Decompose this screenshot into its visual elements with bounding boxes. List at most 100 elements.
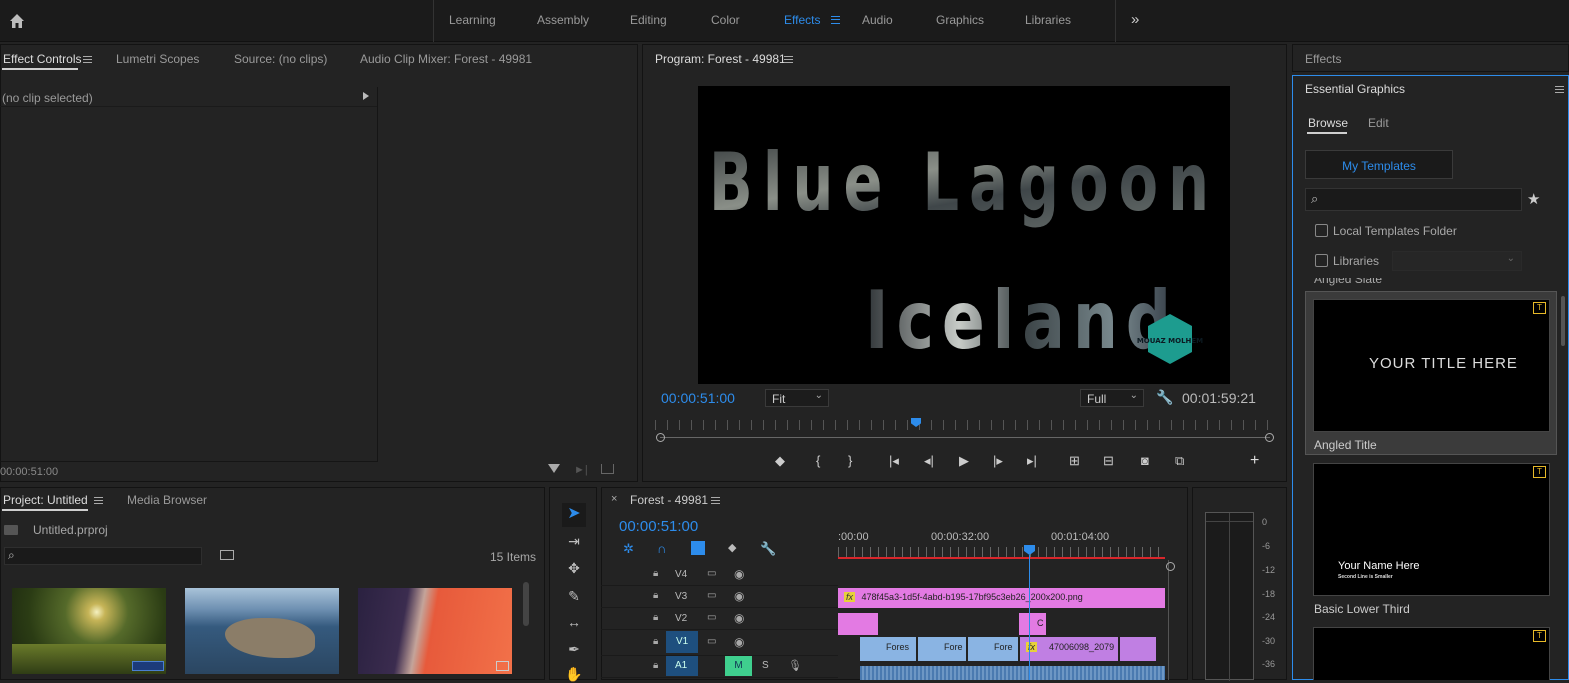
lock-icon[interactable]: 🔒︎ (653, 590, 658, 601)
workspace-editing[interactable]: Editing (630, 13, 667, 27)
add-button-icon[interactable]: + (1250, 452, 1259, 470)
close-icon[interactable]: × (611, 493, 617, 505)
v3-clip[interactable]: fx 478f45a3-1d5f-4abd-b195-17bf95c3eb26_… (838, 588, 1165, 608)
zoom-fit-dropdown[interactable]: Fit ⌄ (765, 389, 829, 407)
add-marker-icon[interactable]: ◆ (775, 453, 785, 469)
extract-icon[interactable]: ⊟ (1103, 453, 1114, 469)
lock-icon[interactable]: 🔒︎ (653, 612, 658, 623)
track-select-tool-icon[interactable]: ⇥ (562, 533, 586, 550)
a1-audio-clip[interactable] (860, 666, 1165, 680)
workspace-learning[interactable]: Learning (449, 13, 496, 27)
lock-icon[interactable]: 🔒︎ (653, 636, 658, 647)
timeline-ruler[interactable] (838, 547, 1165, 557)
camera-icon[interactable]: ◙ (1141, 453, 1149, 468)
eye-icon[interactable]: ◉ (734, 589, 744, 603)
filter-icon[interactable] (548, 464, 560, 473)
microphone-icon[interactable]: 🎙︎ (788, 659, 802, 672)
play-icon[interactable]: ▶ (959, 453, 969, 469)
workspace-effects[interactable]: Effects (784, 13, 820, 27)
essential-scrollbar[interactable] (1561, 296, 1565, 346)
thumb-forest[interactable] (12, 588, 166, 674)
template-thumb-basic-lower-third[interactable]: T Your Name Here Second Line is Smaller (1313, 463, 1550, 596)
program-menu-icon[interactable] (784, 56, 793, 63)
program-ruler[interactable] (655, 420, 1275, 430)
sequence-tab[interactable]: Forest - 49981 (630, 493, 708, 507)
star-icon[interactable]: ★ (1527, 190, 1540, 208)
tab-audio-clip-mixer[interactable]: Audio Clip Mixer: Forest - 49981 (360, 52, 532, 66)
film-icon[interactable]: ▭ (707, 590, 716, 601)
v1-clip-5[interactable] (1120, 637, 1156, 661)
panel-menu-icon[interactable] (83, 56, 92, 63)
mark-out-icon[interactable]: } (848, 453, 852, 468)
tab-project[interactable]: Project: Untitled (3, 493, 88, 507)
film-icon[interactable]: ▭ (707, 636, 716, 647)
tab-media-browser[interactable]: Media Browser (127, 493, 207, 507)
workspace-audio[interactable]: Audio (862, 13, 893, 27)
my-templates-button[interactable]: My Templates (1305, 150, 1453, 179)
timeline-marker-icon[interactable]: ◆ (728, 541, 736, 554)
workspace-menu-icon[interactable] (831, 16, 840, 24)
film-icon[interactable]: ▭ (707, 568, 716, 579)
go-to-in-icon[interactable]: |◂ (889, 453, 899, 469)
pen-tool-icon[interactable]: ✒ (562, 641, 586, 658)
track-label-v1[interactable]: V1 (666, 631, 698, 653)
mute-button[interactable]: M (725, 656, 752, 676)
new-bin-icon[interactable] (220, 550, 234, 560)
libraries-dropdown[interactable]: ⌄ (1392, 251, 1522, 271)
tab-lumetri-scopes[interactable]: Lumetri Scopes (116, 52, 199, 66)
hand-tool-icon[interactable]: ✋ (562, 666, 586, 683)
timeline-timecode[interactable]: 00:00:51:00 (619, 518, 698, 535)
work-area-bar[interactable] (838, 557, 1165, 559)
resolution-dropdown[interactable]: Full ⌄ (1080, 389, 1144, 407)
essential-menu-icon[interactable] (1555, 86, 1564, 93)
lift-icon[interactable]: ⊞ (1069, 453, 1080, 469)
zoom-scrollbar[interactable] (660, 437, 1270, 438)
tab-browse[interactable]: Browse (1308, 116, 1348, 130)
timeline-settings-icon[interactable]: 🔧 (760, 541, 776, 557)
solo-button[interactable]: S (762, 660, 769, 671)
home-icon[interactable] (8, 12, 26, 30)
go-to-out-icon[interactable]: ▸| (1027, 453, 1037, 469)
thumb-coastline[interactable] (185, 588, 339, 674)
workspace-assembly[interactable]: Assembly (537, 13, 589, 27)
ripple-edit-tool-icon[interactable]: ✥ (562, 560, 586, 577)
eye-icon[interactable]: ◉ (734, 635, 744, 649)
selection-tool-icon[interactable]: ➤ (562, 503, 586, 527)
tab-source[interactable]: Source: (no clips) (234, 52, 327, 66)
v2-clip-1[interactable] (838, 613, 878, 635)
step-back-icon[interactable]: ◂| (924, 453, 934, 469)
templates-search-input[interactable] (1305, 188, 1522, 211)
libraries-checkbox[interactable] (1315, 254, 1328, 267)
project-search-input[interactable] (4, 547, 202, 565)
eye-icon[interactable]: ◉ (734, 567, 744, 581)
project-menu-icon[interactable] (94, 497, 103, 504)
lock-icon[interactable]: 🔒︎ (653, 660, 658, 671)
effects-panel-title[interactable]: Effects (1305, 52, 1341, 66)
track-label-a1[interactable]: A1 (666, 656, 698, 676)
mark-in-icon[interactable]: { (816, 453, 820, 468)
magnet-icon[interactable]: ∩ (657, 541, 666, 556)
tab-effect-controls[interactable]: Effect Controls (3, 52, 81, 66)
film-icon[interactable]: ▭ (707, 612, 716, 623)
lock-icon[interactable]: 🔒︎ (653, 568, 658, 579)
tab-edit[interactable]: Edit (1368, 116, 1389, 130)
play-arrow-icon[interactable] (363, 92, 369, 100)
program-timecode[interactable]: 00:00:51:00 (661, 390, 735, 406)
timeline-scroll-handle[interactable] (1166, 562, 1175, 571)
workspace-libraries[interactable]: Libraries (1025, 13, 1071, 27)
slip-tool-icon[interactable]: ↔ (562, 614, 586, 630)
more-workspaces-icon[interactable]: » (1131, 11, 1139, 28)
thumb-beach[interactable] (358, 588, 512, 674)
v1-clip-3[interactable]: Fore (968, 637, 1018, 661)
template-thumb-next[interactable]: T (1313, 627, 1550, 680)
comparison-view-icon[interactable]: ⧉ (1175, 453, 1184, 469)
razor-tool-icon[interactable]: ✎ (562, 588, 586, 605)
step-forward-icon[interactable]: |▸ (993, 453, 1003, 469)
snap-icon[interactable]: ✲ (623, 541, 634, 557)
linked-selection-icon[interactable] (691, 541, 705, 555)
sequence-menu-icon[interactable] (711, 497, 720, 504)
v2-clip-2[interactable]: C (1019, 613, 1046, 635)
project-scrollbar[interactable] (523, 582, 529, 626)
workspace-color[interactable]: Color (711, 13, 740, 27)
local-templates-checkbox[interactable] (1315, 224, 1328, 237)
